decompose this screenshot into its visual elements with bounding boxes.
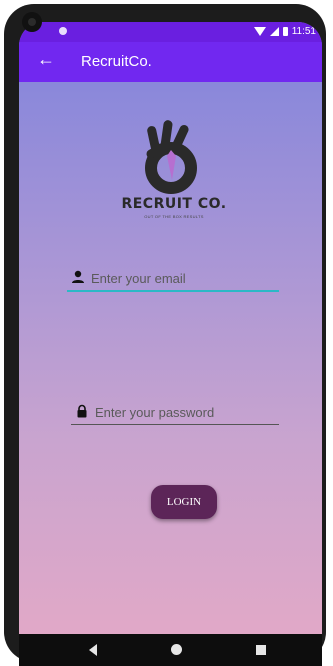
phone-frame: 11:51 ← RecruitCo. RECRUIT CO. OUT OF TH… bbox=[4, 4, 326, 666]
email-input[interactable] bbox=[89, 266, 273, 290]
wifi-icon bbox=[253, 27, 266, 36]
nav-home-icon[interactable] bbox=[171, 644, 182, 655]
status-bar: 11:51 bbox=[19, 22, 322, 42]
status-time: 11:51 bbox=[291, 26, 316, 37]
password-input[interactable] bbox=[93, 400, 277, 424]
signal-icon bbox=[269, 27, 279, 36]
nav-back-icon[interactable] bbox=[89, 644, 97, 656]
lock-icon bbox=[77, 404, 87, 418]
notification-dot-icon bbox=[59, 27, 67, 35]
app-title: RecruitCo. bbox=[81, 53, 152, 70]
app-screen: 11:51 ← RecruitCo. RECRUIT CO. OUT OF TH… bbox=[19, 22, 322, 666]
status-icons: 11:51 bbox=[253, 26, 316, 37]
logo-name: RECRUIT CO. bbox=[121, 196, 227, 212]
person-icon bbox=[72, 270, 84, 283]
recruitco-logo: RECRUIT CO. OUT OF THE BOX RESULTS bbox=[109, 118, 239, 228]
arrow-left-icon[interactable]: ← bbox=[37, 48, 55, 70]
login-button[interactable]: LOGIN bbox=[151, 485, 217, 519]
hand-logo-icon bbox=[145, 120, 197, 194]
front-camera bbox=[22, 12, 42, 32]
email-field[interactable] bbox=[67, 264, 279, 292]
logo-tagline: OUT OF THE BOX RESULTS bbox=[144, 214, 204, 219]
system-nav-bar bbox=[19, 634, 322, 666]
nav-recent-icon[interactable] bbox=[256, 645, 266, 655]
battery-icon bbox=[282, 27, 288, 36]
app-bar: ← RecruitCo. bbox=[19, 42, 322, 82]
password-field[interactable] bbox=[71, 398, 279, 425]
